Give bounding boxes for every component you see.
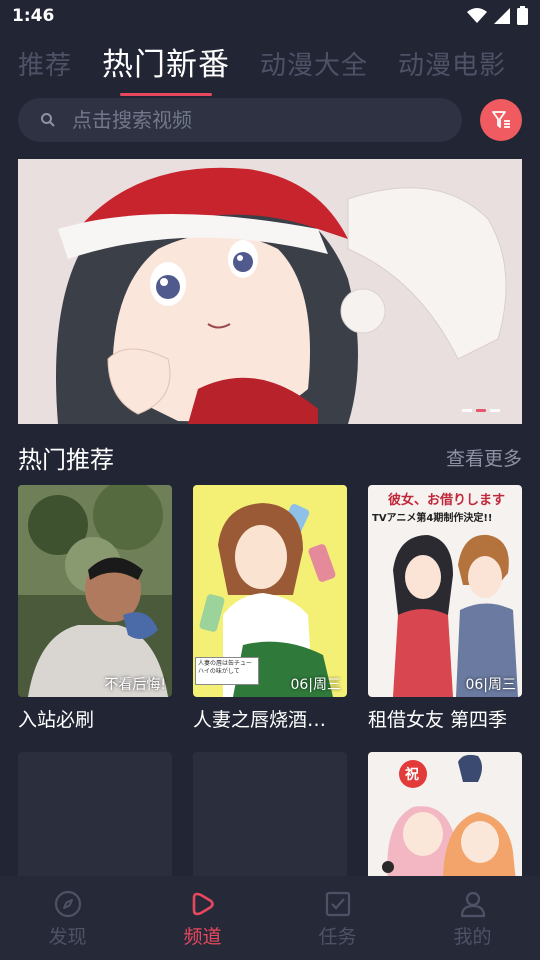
cover-image [18,485,172,697]
tab-anime-all[interactable]: 动漫大全 [260,46,368,86]
tab-anime-movie[interactable]: 动漫电影 [398,46,506,86]
nav-label: 我的 [453,926,492,948]
card-badge: 06|周三 [465,677,516,693]
cover-image [368,752,522,882]
banner-image [18,159,522,424]
signal-icon [494,7,510,24]
user-icon [460,891,485,918]
carousel-dot[interactable] [490,409,500,412]
tab-label: 推荐 [18,51,73,81]
wifi-icon [467,7,487,23]
carousel-indicator [462,409,500,412]
nav-profile[interactable]: 我的 [405,876,540,960]
cover-subtitle-text: TVアニメ第4期制作決定!! [372,513,493,524]
search-icon [41,113,55,127]
view-more-link[interactable]: 查看更多 [446,444,522,471]
battery-icon [517,6,528,25]
carousel-dot[interactable] [462,409,472,412]
card-title: 租借女友 第四季 [368,709,508,731]
cover-caption-box: 人妻の唇は缶チューハイの味がして [195,657,259,685]
video-card[interactable]: 祝 [368,752,522,882]
cover-title-text: 彼女、お借りします [388,493,506,508]
search-bar[interactable] [18,98,462,142]
tab-label: 动漫大全 [260,51,369,81]
status-bar: 1:46 [0,0,540,34]
card-cover-placeholder [18,752,172,882]
card-badge: 06|周三 [290,677,341,693]
card-badge: 不看后悔! [104,677,166,693]
card-title: 入站必刷 [18,709,95,731]
tab-recommend[interactable]: 推荐 [18,46,72,86]
card-cover: 祝 [368,752,522,882]
video-card[interactable] [18,752,172,882]
nav-label: 任务 [318,926,357,948]
status-time: 1:46 [12,6,55,26]
checkbox-icon [325,891,350,917]
banner-carousel[interactable] [18,159,522,424]
carousel-dot[interactable] [476,409,486,412]
cover-stamp-text: 祝 [405,767,419,783]
card-cover: 彼女、お借りします TVアニメ第4期制作決定!! 06|周三 [368,485,522,697]
video-card[interactable]: 不看后悔! 入站必刷 [18,485,172,732]
tab-label: 动漫电影 [398,51,507,81]
filter-button[interactable] [480,99,522,141]
nav-channel[interactable]: 频道 [135,876,270,960]
compass-icon [54,890,81,918]
status-icons [467,6,528,25]
video-card[interactable] [193,752,347,882]
search-input[interactable] [72,108,432,132]
video-card[interactable]: 人妻の唇は缶チューハイの味がして 06|周三 人妻之唇烧酒… [193,485,347,732]
active-tab-underline [120,93,213,96]
nav-tasks[interactable]: 任务 [270,876,405,960]
cover-caption: 人妻の唇は缶チューハイの味がして [198,660,253,675]
play-icon [192,892,214,916]
nav-label: 发现 [48,926,87,948]
nav-label: 频道 [183,926,222,948]
section-title: 热门推荐 [18,446,114,474]
top-tabs: 推荐 热门新番 动漫大全 动漫电影 [18,36,506,96]
tab-hot-new[interactable]: 热门新番 [102,44,231,96]
bottom-nav: 发现 频道 任务 我的 [0,876,540,960]
tab-label: 热门新番 [102,47,231,83]
nav-discover[interactable]: 发现 [0,876,135,960]
filter-icon [492,111,510,128]
video-card[interactable]: 彼女、お借りします TVアニメ第4期制作決定!! 06|周三 租借女友 第四季 [368,485,522,732]
card-cover: 不看后悔! [18,485,172,697]
card-title: 人妻之唇烧酒… [193,709,327,731]
card-cover-placeholder [193,752,347,882]
card-cover: 人妻の唇は缶チューハイの味がして 06|周三 [193,485,347,697]
